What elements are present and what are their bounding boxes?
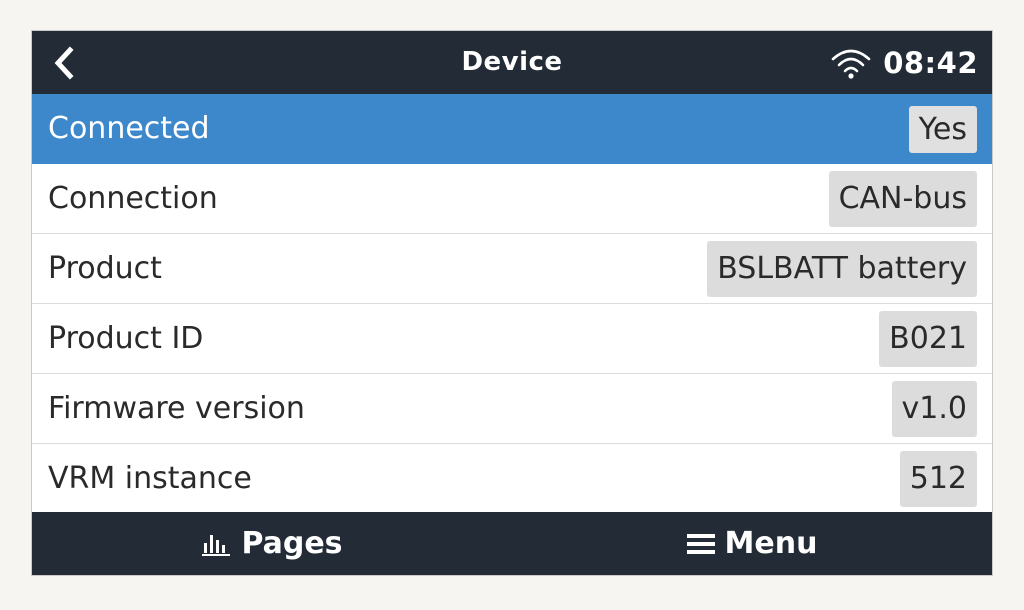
menu-button[interactable]: Menu: [512, 512, 992, 575]
device-info-list: Connected Yes Connection CAN-bus Product…: [32, 94, 992, 514]
row-value: CAN-bus: [828, 171, 977, 227]
row-label: Product: [48, 251, 162, 286]
row-connected[interactable]: Connected Yes: [32, 94, 992, 164]
bar-chart-icon: [202, 534, 231, 556]
device-screen: Device 08:42 Connected Yes Connection CA…: [31, 30, 993, 576]
row-product[interactable]: Product BSLBATT battery: [32, 234, 992, 304]
row-label: VRM instance: [48, 461, 252, 496]
row-value: v1.0: [891, 381, 977, 437]
wifi-icon: [831, 49, 871, 79]
row-label: Firmware version: [48, 391, 305, 426]
row-value: B021: [879, 311, 977, 367]
row-connection[interactable]: Connection CAN-bus: [32, 164, 992, 234]
row-firmware-version[interactable]: Firmware version v1.0: [32, 374, 992, 444]
row-label: Connected: [48, 111, 210, 146]
clock: 08:42: [883, 45, 978, 80]
row-value: BSLBATT battery: [707, 241, 977, 297]
row-value: 512: [899, 451, 977, 507]
row-value: Yes: [908, 106, 977, 153]
status-area: 08:42: [829, 31, 978, 94]
row-label: Product ID: [48, 321, 204, 356]
pages-button[interactable]: Pages: [32, 512, 512, 575]
row-vrm-instance[interactable]: VRM instance 512: [32, 444, 992, 514]
menu-label: Menu: [724, 526, 818, 561]
pages-label: Pages: [241, 526, 343, 561]
top-bar: Device 08:42: [32, 31, 992, 94]
row-product-id[interactable]: Product ID B021: [32, 304, 992, 374]
row-label: Connection: [48, 181, 218, 216]
bottom-bar: Pages Menu: [32, 512, 992, 575]
hamburger-menu-icon: [686, 533, 715, 554]
